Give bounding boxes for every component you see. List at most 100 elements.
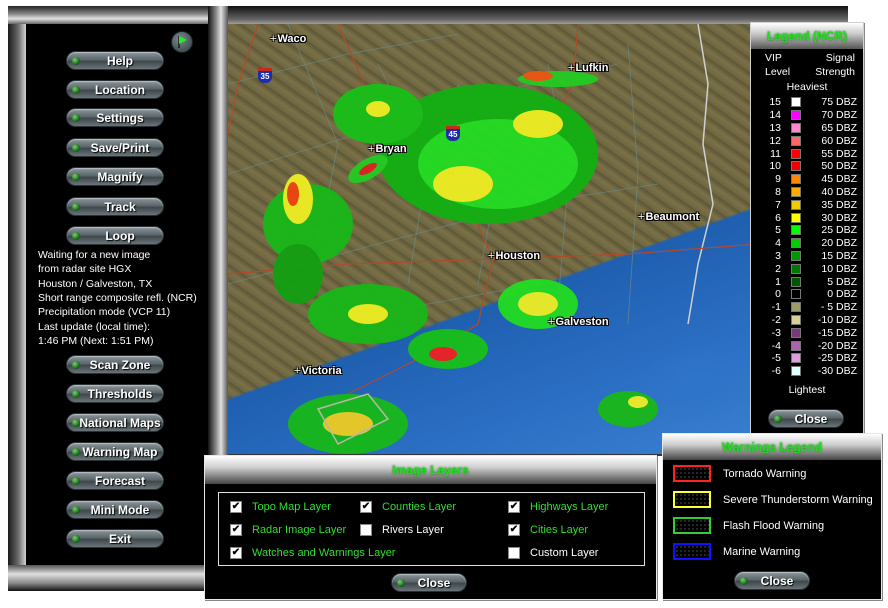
sidebar-frame-bottom bbox=[8, 565, 213, 591]
legend-close-button[interactable]: Close bbox=[768, 409, 844, 428]
checkbox-checked[interactable]: ✔ bbox=[230, 524, 242, 536]
mini-mode-button[interactable]: Mini Mode bbox=[66, 500, 164, 519]
city-name: Lufkin bbox=[575, 62, 609, 74]
settings-button[interactable]: Settings bbox=[66, 108, 164, 127]
map-frame-left bbox=[208, 6, 228, 456]
color-swatch bbox=[791, 340, 801, 351]
dbz-value: 25 DBZ bbox=[821, 224, 857, 237]
rivers-layer-toggle[interactable]: Rivers Layer bbox=[360, 524, 444, 536]
warning-label: Marine Warning bbox=[723, 545, 801, 558]
warning-map-button[interactable]: Warning Map bbox=[66, 442, 164, 461]
dbz-value: 5 DBZ bbox=[827, 275, 857, 288]
radar-image-layer-toggle[interactable]: ✔ Radar Image Layer bbox=[230, 524, 346, 536]
track-button[interactable]: Track bbox=[66, 197, 164, 216]
vip-level: -4 bbox=[771, 339, 781, 352]
legend-row: 12 60 DBZ bbox=[751, 134, 863, 147]
button-label: Help bbox=[106, 54, 133, 68]
color-swatch bbox=[791, 302, 801, 313]
layer-label: Rivers Layer bbox=[382, 524, 444, 536]
led-icon bbox=[72, 86, 80, 94]
status-line: Waiting for a new image bbox=[38, 249, 151, 261]
city-label-galveston: +Galveston bbox=[548, 316, 609, 328]
checkbox-unchecked[interactable] bbox=[360, 524, 372, 536]
button-label: Scan Zone bbox=[89, 358, 151, 372]
vip-level: 10 bbox=[769, 160, 781, 173]
green-flag-icon[interactable] bbox=[171, 31, 193, 53]
color-swatch bbox=[791, 199, 801, 210]
warning-label: Tornado Warning bbox=[723, 467, 807, 480]
sidebar-frame-top bbox=[8, 6, 213, 24]
led-icon bbox=[72, 419, 80, 427]
radar-map[interactable]: +Waco +Lufkin +Bryan +Beaumont +Houston … bbox=[228, 24, 758, 454]
level-label: Level bbox=[765, 66, 791, 78]
button-label: Close bbox=[417, 576, 451, 590]
dbz-value: 20 DBZ bbox=[821, 237, 857, 250]
legend-row: 4 20 DBZ bbox=[751, 237, 863, 250]
image-layers-close-button[interactable]: Close bbox=[391, 573, 467, 592]
forecast-button[interactable]: Forecast bbox=[66, 471, 164, 490]
legend-title: Legend (NCR) bbox=[751, 23, 863, 49]
interstate-shield-icon: 45 bbox=[446, 126, 460, 141]
dbz-value: 65 DBZ bbox=[821, 121, 857, 134]
topo-map-layer-toggle[interactable]: ✔ Topo Map Layer bbox=[230, 501, 331, 513]
color-swatch bbox=[791, 353, 801, 364]
loop-button[interactable]: Loop bbox=[66, 226, 164, 245]
layer-label: Custom Layer bbox=[530, 547, 599, 559]
city-label-waco: +Waco bbox=[270, 33, 307, 45]
cities-layer-toggle[interactable]: ✔ Cities Layer bbox=[508, 524, 588, 536]
lightest-label: Lightest bbox=[788, 383, 826, 396]
magnify-button[interactable]: Magnify bbox=[66, 167, 164, 186]
button-label: Exit bbox=[108, 532, 131, 546]
counties-layer-toggle[interactable]: ✔ Counties Layer bbox=[360, 501, 456, 513]
color-swatch bbox=[791, 250, 801, 261]
location-button[interactable]: Location bbox=[66, 80, 164, 99]
exit-button[interactable]: Exit bbox=[66, 529, 164, 548]
checkbox-checked[interactable]: ✔ bbox=[230, 501, 242, 513]
checkbox-checked[interactable]: ✔ bbox=[230, 547, 242, 559]
led-icon bbox=[72, 144, 80, 152]
warning-legend-item: Tornado Warning bbox=[673, 465, 806, 482]
color-swatch bbox=[791, 110, 801, 121]
led-icon bbox=[774, 415, 782, 423]
led-icon bbox=[72, 57, 80, 65]
legend-row: -5 -25 DBZ bbox=[751, 352, 863, 365]
status-line: Precipitation mode (VCP 11) bbox=[38, 306, 171, 318]
warnings-close-button[interactable]: Close bbox=[734, 571, 810, 590]
dbz-value: 55 DBZ bbox=[821, 147, 857, 160]
vip-level: 1 bbox=[775, 275, 781, 288]
led-icon bbox=[72, 203, 80, 211]
vip-label: VIP bbox=[765, 52, 782, 64]
vip-level: -1 bbox=[771, 301, 781, 314]
help-button[interactable]: Help bbox=[66, 51, 164, 70]
save-print-button[interactable]: Save/Print bbox=[66, 138, 164, 157]
button-label: Warning Map bbox=[82, 445, 158, 459]
color-swatch bbox=[791, 97, 801, 108]
city-name: Bryan bbox=[375, 143, 407, 155]
checkbox-checked[interactable]: ✔ bbox=[360, 501, 372, 513]
vip-level: -2 bbox=[771, 313, 781, 326]
dbz-value: 60 DBZ bbox=[821, 134, 857, 147]
legend-row: 1 5 DBZ bbox=[751, 275, 863, 288]
vip-level: 11 bbox=[770, 147, 781, 160]
heaviest-label: Heaviest bbox=[786, 81, 828, 93]
warning-swatch bbox=[673, 491, 711, 508]
checkbox-checked[interactable]: ✔ bbox=[508, 524, 520, 536]
national-maps-button[interactable]: National Maps bbox=[66, 413, 164, 432]
watches-and-warnings-layer-toggle[interactable]: ✔ Watches and Warnings Layer bbox=[230, 547, 395, 559]
button-label: Settings bbox=[96, 111, 144, 125]
city-label-bryan: +Bryan bbox=[368, 143, 407, 155]
custom-layer-toggle[interactable]: Custom Layer bbox=[508, 547, 598, 559]
button-label: Thresholds bbox=[87, 387, 153, 401]
signal-label: Signal bbox=[825, 52, 855, 64]
dbz-value: 50 DBZ bbox=[821, 160, 857, 173]
checkbox-unchecked[interactable] bbox=[508, 547, 520, 559]
thresholds-button[interactable]: Thresholds bbox=[66, 384, 164, 403]
radar-overlay bbox=[228, 24, 758, 454]
warning-legend-item: Flash Flood Warning bbox=[673, 517, 824, 534]
button-label: Loop bbox=[105, 229, 135, 243]
checkbox-checked[interactable]: ✔ bbox=[508, 501, 520, 513]
highways-layer-toggle[interactable]: ✔ Highways Layer bbox=[508, 501, 608, 513]
color-swatch bbox=[791, 212, 801, 223]
scan-zone-button[interactable]: Scan Zone bbox=[66, 355, 164, 374]
warning-legend-item: Marine Warning bbox=[673, 543, 800, 560]
